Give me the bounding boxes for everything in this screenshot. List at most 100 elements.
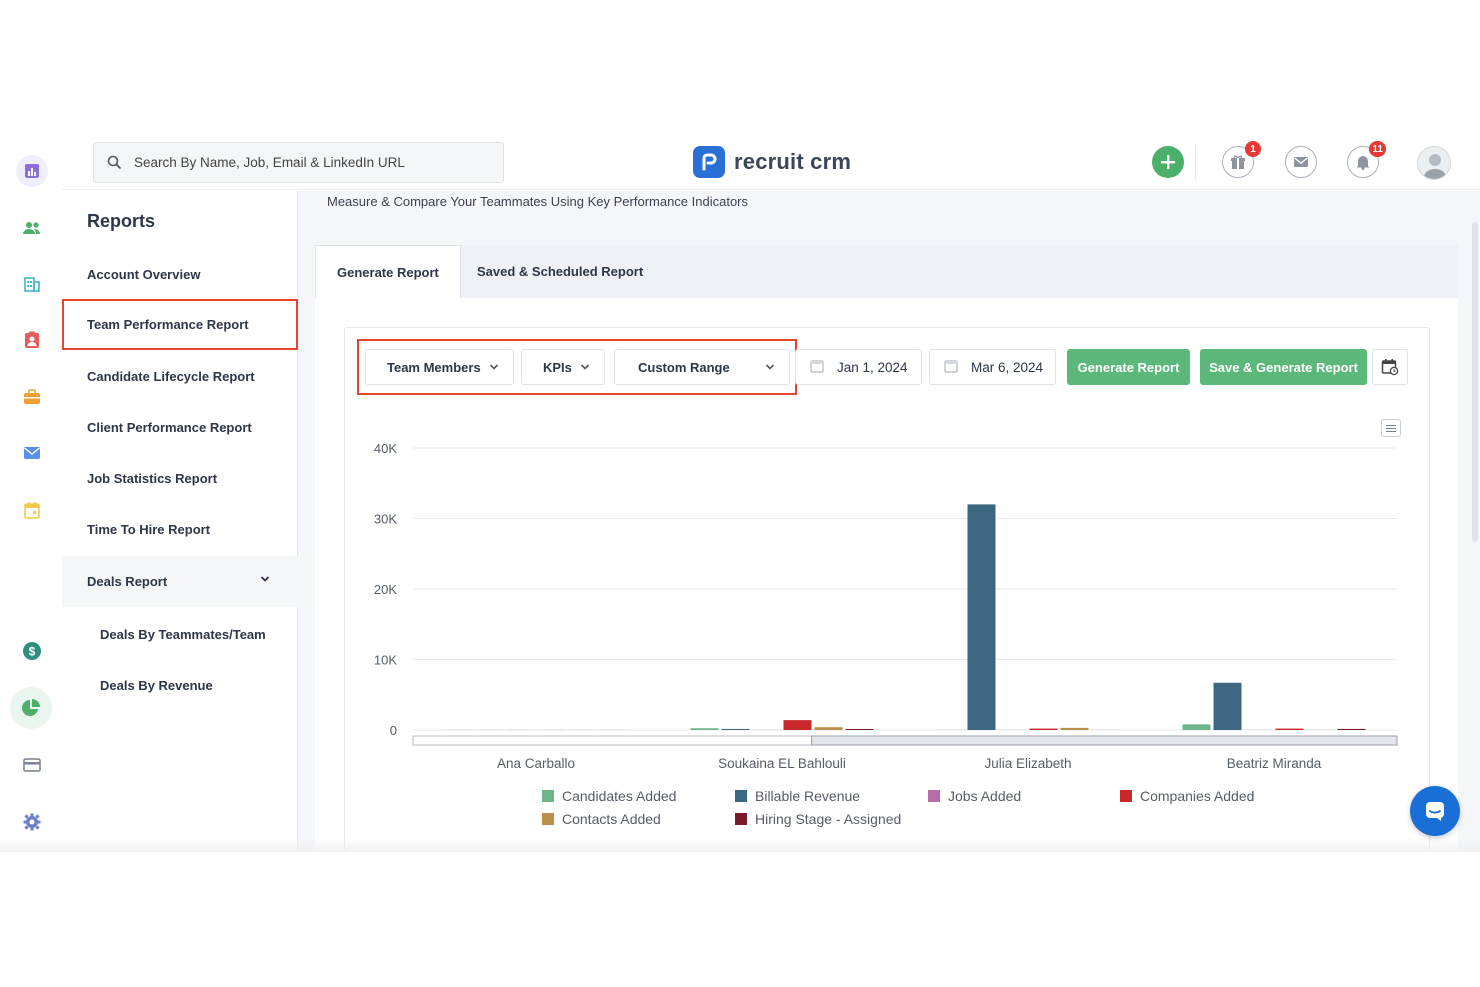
team-members-dropdown[interactable]: Team Members (365, 349, 514, 385)
bar (1182, 724, 1211, 730)
chart-legend: Candidates Added Billable Revenue Jobs Add… (542, 788, 1342, 838)
x-tick-label: Beatriz Miranda (1227, 756, 1322, 771)
nav-job-statistics-report[interactable]: Job Statistics Report (62, 453, 298, 504)
legend-label: Billable Revenue (755, 788, 861, 804)
legend-item[interactable]: Companies Added (1120, 788, 1254, 804)
page-subtitle: Measure & Compare Your Teammates Using K… (327, 194, 749, 209)
add-button[interactable] (1152, 146, 1184, 178)
search-input[interactable] (134, 155, 474, 170)
legend-label: Companies Added (1140, 788, 1255, 804)
mail-button[interactable] (1285, 146, 1317, 178)
jobs-icon[interactable] (16, 381, 48, 413)
nav-deals-by-teammates[interactable]: Deals By Teammates/Team (62, 609, 298, 660)
contacts-icon[interactable] (16, 324, 48, 356)
nav-client-performance-report[interactable]: Client Performance Report (62, 402, 298, 453)
email-icon[interactable] (16, 437, 48, 469)
billing-icon[interactable] (16, 749, 48, 781)
bar (537, 729, 566, 730)
left-rail: $ (0, 138, 62, 852)
team-members-label: Team Members (387, 359, 481, 375)
legend-swatch (1120, 790, 1132, 802)
legend-item[interactable]: Jobs Added (928, 788, 1021, 804)
legend-swatch (928, 790, 940, 802)
generate-report-button[interactable]: Generate Report (1067, 349, 1190, 385)
bar (475, 729, 504, 730)
avatar[interactable] (1417, 146, 1451, 180)
candidates-icon[interactable] (16, 212, 48, 244)
nav-time-to-hire-report[interactable]: Time To Hire Report (62, 504, 298, 555)
legend-swatch (735, 790, 747, 802)
tab-saved-scheduled-report[interactable]: Saved & Scheduled Report (456, 245, 664, 298)
bar (936, 729, 965, 730)
report-content: Team Members KPIs Custom Range Jan 1, 20… (315, 298, 1458, 852)
legend-item[interactable]: Hiring Stage - Assigned (735, 811, 901, 827)
legend-label: Jobs Added (948, 788, 1022, 804)
brand-logo[interactable]: recruit crm (693, 146, 851, 178)
kpis-dropdown[interactable]: KPIs (521, 349, 605, 385)
calendar-icon (810, 360, 824, 373)
bar (1213, 682, 1242, 730)
settings-icon[interactable] (16, 806, 48, 838)
y-tick-label: 10K (374, 653, 397, 668)
calendar-clock-icon (1381, 359, 1399, 376)
calendar-icon[interactable] (16, 494, 48, 526)
legend-label: Hiring Stage - Assigned (755, 811, 902, 827)
chevron-down-icon (765, 364, 775, 370)
end-date-value: Mar 6, 2024 (971, 359, 1044, 375)
bar (568, 729, 597, 730)
user-avatar-icon (1423, 154, 1447, 179)
x-tick-label: Ana Carballo (497, 756, 575, 771)
top-bar: recruit crm 1 11 (62, 138, 1480, 190)
legend-swatch (735, 813, 747, 825)
bottom-fade (0, 838, 1480, 852)
bar (1337, 728, 1366, 730)
nav-account-overview[interactable]: Account Overview (62, 249, 298, 300)
legend-label: Contacts Added (562, 811, 661, 827)
bar (783, 720, 812, 730)
schedule-button[interactable] (1372, 349, 1408, 385)
nav-deals-by-revenue[interactable]: Deals By Revenue (62, 660, 298, 711)
companies-icon[interactable] (16, 268, 48, 300)
report-tabs: Generate Report Saved & Scheduled Report (315, 245, 1458, 298)
report-card: Team Members KPIs Custom Range Jan 1, 20… (344, 327, 1430, 852)
bar (1060, 727, 1089, 730)
nav-deals-report-label: Deals Report (87, 574, 168, 589)
y-tick-label: 20K (374, 582, 397, 597)
bar (1306, 729, 1335, 730)
search-bar[interactable] (93, 142, 504, 183)
notifications-button[interactable]: 11 (1347, 141, 1386, 178)
bar (1244, 729, 1273, 730)
search-icon (107, 155, 122, 170)
chat-launcher-button[interactable] (1410, 786, 1460, 836)
calendar-icon (944, 360, 958, 373)
chevron-down-icon (260, 576, 270, 582)
chat-icon (1426, 802, 1444, 821)
svg-text:$: $ (29, 645, 36, 659)
legend-item[interactable]: Candidates Added (542, 788, 676, 804)
nav-deals-report[interactable]: Deals Report (62, 556, 298, 607)
page-scrollbar[interactable] (1472, 222, 1478, 542)
kpis-label: KPIs (543, 359, 572, 375)
nav-team-performance-report[interactable]: Team Performance Report (62, 299, 298, 350)
save-generate-report-button[interactable]: Save & Generate Report (1200, 349, 1367, 385)
nav-candidate-lifecycle-report[interactable]: Candidate Lifecycle Report (62, 351, 298, 402)
x-tick-label: Soukaina EL Bahlouli (718, 756, 846, 771)
reports-sidebar: Reports Account Overview Team Performanc… (62, 191, 298, 852)
gift-button[interactable]: 1 (1222, 141, 1261, 178)
bar (845, 729, 874, 730)
reports-pie-icon[interactable] (10, 687, 52, 729)
date-range-dropdown[interactable]: Custom Range (614, 349, 790, 385)
reports-icon[interactable] (16, 155, 48, 187)
bar (1029, 728, 1058, 730)
end-date-field[interactable]: Mar 6, 2024 (929, 349, 1056, 385)
x-tick-label: Julia Elizabeth (984, 756, 1071, 771)
legend-item[interactable]: Billable Revenue (735, 788, 860, 804)
start-date-field[interactable]: Jan 1, 2024 (795, 349, 922, 385)
legend-swatch (542, 813, 554, 825)
reports-title: Reports (87, 211, 156, 231)
chevron-down-icon (489, 364, 499, 370)
legend-item[interactable]: Contacts Added (542, 811, 661, 827)
main-content: Measure & Compare Your Teammates Using K… (298, 191, 1480, 852)
tab-generate-report[interactable]: Generate Report (315, 245, 461, 298)
deals-icon[interactable]: $ (16, 635, 48, 667)
